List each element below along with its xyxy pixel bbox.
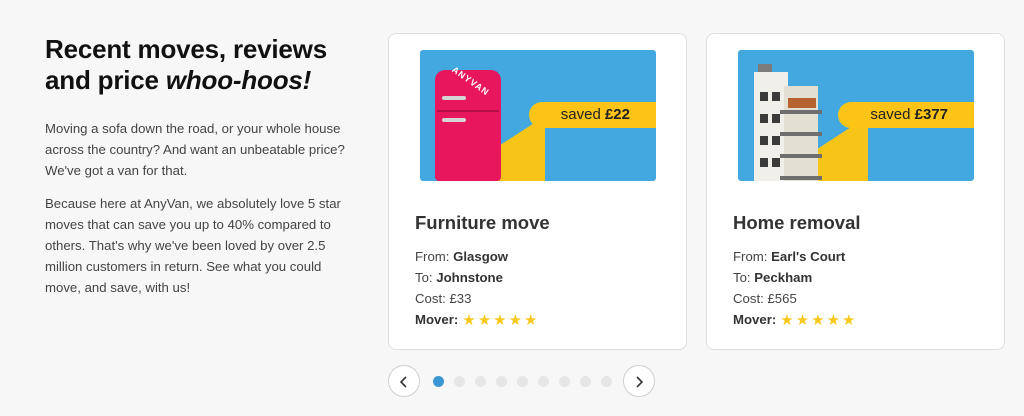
building-illustration xyxy=(754,64,822,181)
saved-badge: saved £377 xyxy=(838,102,974,128)
pagination-dot[interactable] xyxy=(559,376,570,387)
move-card[interactable]: saved £377 Home removal From: Earl's Cou… xyxy=(706,33,1005,350)
heading-line-2: and price xyxy=(45,65,166,95)
star-icon: ★ xyxy=(795,312,810,329)
star-icon: ★ xyxy=(524,312,538,329)
cost-value: £33 xyxy=(449,291,472,306)
card-image: ANYVAN saved £22 xyxy=(420,50,656,181)
card-image: saved £377 xyxy=(738,50,974,181)
chevron-left-icon xyxy=(399,376,407,388)
to-value: Johnstone xyxy=(436,270,503,285)
card-details: From: Earl's Court To: Peckham Cost: £56… xyxy=(733,246,858,331)
fridge-logo: ANYVAN xyxy=(450,64,492,98)
star-rating: ★ ★ ★ ★ ★ xyxy=(462,310,539,331)
star-icon: ★ xyxy=(477,312,492,329)
mover-row: Mover: ★ ★ ★ ★ ★ xyxy=(415,309,540,331)
mover-label: Mover: xyxy=(733,312,777,327)
pagination-dot[interactable] xyxy=(475,376,486,387)
cost-row: Cost: £565 xyxy=(733,291,797,306)
to-row: To: Peckham xyxy=(733,270,813,285)
star-rating: ★ ★ ★ ★ ★ xyxy=(780,310,857,331)
to-value: Peckham xyxy=(754,270,813,285)
cost-row: Cost: £33 xyxy=(415,291,472,306)
intro-paragraph-1: Moving a sofa down the road, or your who… xyxy=(45,121,345,178)
fridge-illustration: ANYVAN xyxy=(435,64,501,181)
pagination-dot[interactable] xyxy=(601,376,612,387)
next-button[interactable] xyxy=(623,365,655,397)
star-icon: ★ xyxy=(811,312,825,329)
from-value: Glasgow xyxy=(453,249,509,264)
star-icon: ★ xyxy=(508,312,523,329)
pagination-dot[interactable] xyxy=(517,376,528,387)
pagination-dot[interactable] xyxy=(580,376,591,387)
saved-amount: £22 xyxy=(604,106,630,123)
mover-label: Mover: xyxy=(415,312,459,327)
star-icon: ★ xyxy=(493,312,507,329)
from-row: From: Glasgow xyxy=(415,249,509,264)
to-row: To: Johnstone xyxy=(415,270,503,285)
star-icon: ★ xyxy=(842,312,856,329)
pagination-dot[interactable] xyxy=(496,376,507,387)
from-value: Earl's Court xyxy=(771,249,846,264)
star-icon: ★ xyxy=(780,312,794,329)
heading-emphasis: whoo-hoos! xyxy=(165,65,312,95)
heading-line-1: Recent moves, reviews xyxy=(45,34,327,64)
move-card[interactable]: ANYVAN saved £22 Furniture move From: Gl… xyxy=(388,33,687,350)
carousel-pagination xyxy=(388,365,658,397)
section-heading: Recent moves, reviews and price whoo-hoo… xyxy=(45,34,345,96)
card-title: Furniture move xyxy=(415,212,550,233)
mover-row: Mover: ★ ★ ★ ★ ★ xyxy=(733,309,858,331)
from-row: From: Earl's Court xyxy=(733,249,846,264)
intro-paragraph-2: Because here at AnyVan, we absolutely lo… xyxy=(45,196,341,295)
chevron-right-icon xyxy=(636,376,644,388)
saved-amount: £377 xyxy=(914,106,948,123)
star-icon: ★ xyxy=(826,312,841,329)
pagination-dot[interactable] xyxy=(433,376,444,387)
pagination-dot[interactable] xyxy=(454,376,465,387)
card-title: Home removal xyxy=(733,212,861,233)
previous-button[interactable] xyxy=(388,365,420,397)
card-details: From: Glasgow To: Johnstone Cost: £33 Mo… xyxy=(415,246,540,331)
intro-section: Recent moves, reviews and price whoo-hoo… xyxy=(45,34,345,298)
pagination-dot[interactable] xyxy=(538,376,549,387)
cost-value: £565 xyxy=(767,291,797,306)
saved-badge: saved £22 xyxy=(528,102,656,128)
star-icon: ★ xyxy=(462,312,476,329)
